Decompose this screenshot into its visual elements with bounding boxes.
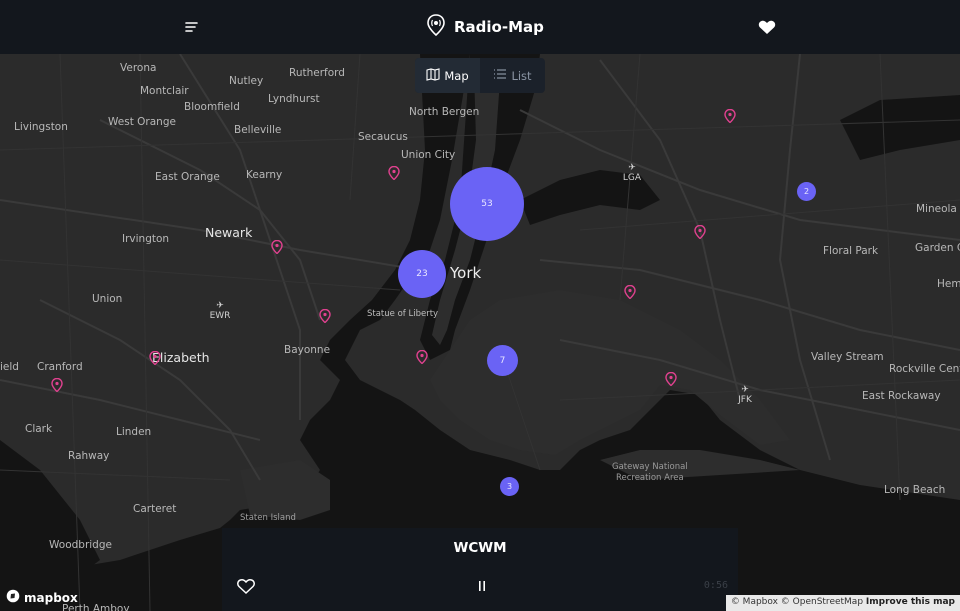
place-label: Newark [205,225,253,240]
station-pin-icon[interactable] [149,350,161,366]
place-label: Carteret [133,503,177,515]
place-label: Nutley [229,75,264,87]
station-name: WCWM [453,540,507,556]
place-label: Hem [937,278,960,290]
station-pin-icon[interactable] [665,371,677,387]
top-bar: Radio-Map [0,0,960,54]
place-label: East Orange [155,171,220,183]
place-label: ield [0,361,19,373]
station-pin-icon[interactable] [51,377,63,393]
list-view-button[interactable]: List [480,58,545,93]
place-label: Clark [25,423,53,435]
menu-icon[interactable] [182,17,202,37]
mapbox-logo[interactable]: mapbox [6,589,78,606]
place-label: Woodbridge [49,539,112,551]
station-pin-icon[interactable] [416,349,428,365]
place-label: Belleville [234,124,282,136]
place-label: West Orange [108,116,176,128]
place-label: Cranford [37,361,83,373]
improve-map-link[interactable]: Improve this map [866,597,955,607]
place-label: Gateway National Recreation Area [612,462,688,483]
place-label: Kearny [246,169,283,181]
place-label: Valley Stream [811,351,884,363]
station-cluster[interactable]: 23 [398,250,446,298]
mapbox-icon [6,589,20,606]
airplane-icon: ✈ [628,163,636,173]
airport-marker: ✈ EWR [205,301,235,321]
mapbox-logo-text: mapbox [24,590,78,605]
place-label: Secaucus [358,131,408,143]
station-cluster[interactable]: 53 [450,167,524,241]
station-cluster[interactable]: 7 [487,345,518,376]
station-cluster[interactable]: 3 [500,477,519,496]
map-attribution: © Mapbox © OpenStreetMap Improve this ma… [725,595,960,611]
place-label: Verona [120,62,157,74]
place-label: Floral Park [823,245,879,257]
radio-pin-icon [426,14,446,40]
station-pin-icon[interactable] [624,284,636,300]
place-label: Lyndhurst [268,93,320,105]
place-label: Montclair [140,85,189,97]
place-label: Rockville Cent [889,363,960,375]
map-view-button[interactable]: Map [415,58,480,93]
station-pin-icon[interactable] [271,239,283,255]
airplane-icon: ✈ [216,301,224,311]
place-label: Mineola [916,203,957,215]
place-label: Bloomfield [184,101,240,113]
place-label: Linden [116,426,152,438]
place-label: Rahway [68,450,110,462]
pause-icon[interactable] [474,578,490,594]
place-label: Garden C [915,242,960,254]
place-label: Union City [401,149,456,161]
place-label: North Bergen [409,106,480,118]
place-label: Irvington [122,233,170,245]
station-pin-icon[interactable] [388,165,400,181]
playback-time: 0:56 [703,580,728,591]
airport-marker: ✈ JFK [730,385,760,405]
app-root: Radio-Map Map List Verona Rutherford Nut… [0,0,960,611]
heart-icon[interactable] [757,17,777,37]
place-label: East Rockaway [862,390,941,402]
place-label: Long Beach [884,484,946,496]
attribution-text[interactable]: © Mapbox © OpenStreetMap [731,597,863,607]
airport-marker: ✈ LGA [617,163,647,183]
place-label: Rutherford [289,67,345,79]
station-pin-icon[interactable] [694,224,706,240]
place-label: Union [92,293,123,305]
app-title: Radio-Map [454,18,544,36]
list-view-label: List [511,68,532,83]
place-label: Livingston [14,121,68,133]
place-label: Bayonne [284,344,331,356]
audio-player: WCWM 0:56 [222,528,738,611]
place-label: Staten Island [240,513,296,523]
station-cluster[interactable]: 2 [797,182,816,201]
map-view-label: Map [444,68,469,83]
station-pin-icon[interactable] [319,308,331,324]
view-toggle: Map List [415,58,545,93]
list-icon [493,68,507,83]
heart-outline-icon[interactable] [236,577,256,595]
station-pin-icon[interactable] [724,108,736,124]
place-label: Statue of Liberty [367,309,439,319]
place-label: York [450,264,482,282]
map-icon [426,67,440,84]
airplane-icon: ✈ [741,385,749,395]
brand[interactable]: Radio-Map [426,14,544,40]
